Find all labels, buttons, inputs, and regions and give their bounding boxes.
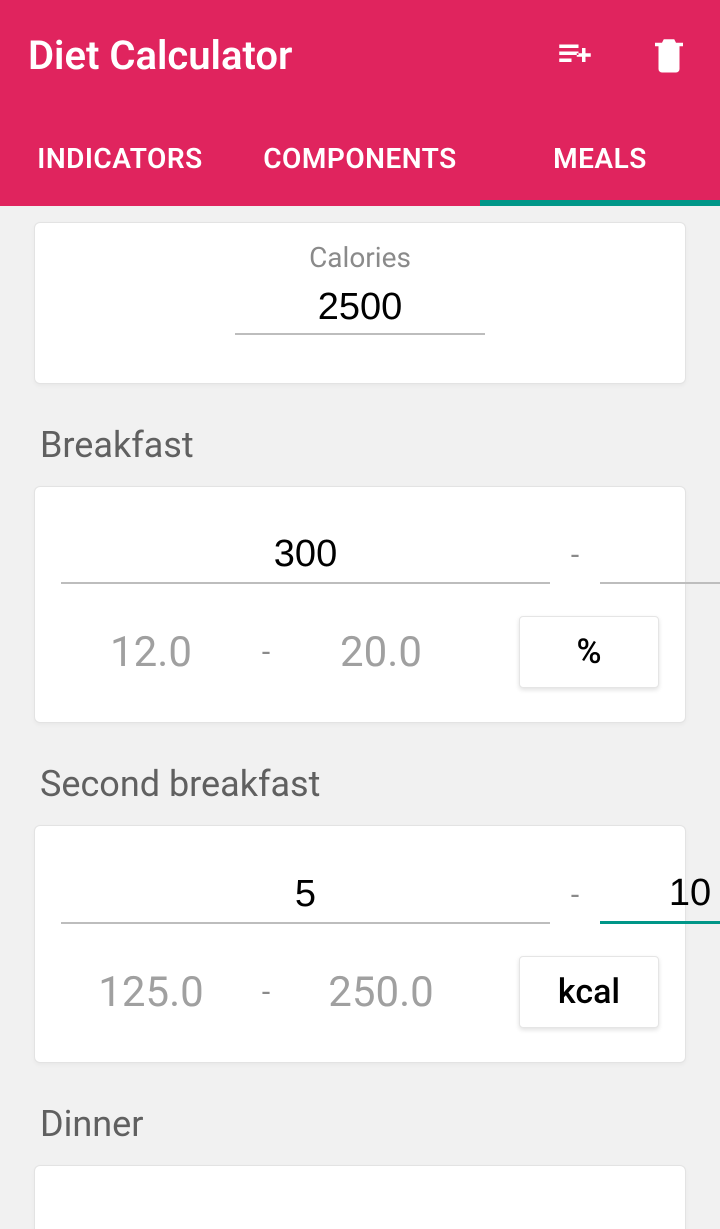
tab-indicators[interactable]: INDICATORS xyxy=(0,110,240,206)
meal-title-dinner: Dinner xyxy=(40,1103,686,1145)
trash-icon[interactable] xyxy=(646,32,692,78)
range-dash: - xyxy=(241,635,291,670)
meal-card-dinner xyxy=(34,1165,686,1229)
breakfast-unit-toggle[interactable]: % xyxy=(519,616,659,688)
range-dash: - xyxy=(241,975,291,1010)
breakfast-secondary-min: 12.0 xyxy=(61,628,241,677)
playlist-add-icon[interactable] xyxy=(552,32,598,78)
range-dash: - xyxy=(550,538,600,573)
breakfast-secondary-max: 20.0 xyxy=(291,628,471,677)
second-breakfast-unit-toggle[interactable]: kcal xyxy=(519,956,659,1028)
breakfast-max-input[interactable] xyxy=(600,527,720,584)
calories-input[interactable] xyxy=(235,282,485,335)
meal-card-second-breakfast: - % 125.0 - 250.0 kcal xyxy=(34,825,686,1063)
range-dash: - xyxy=(550,878,600,913)
tab-components[interactable]: COMPONENTS xyxy=(240,110,480,206)
meal-title-second-breakfast: Second breakfast xyxy=(40,763,686,805)
app-bar: Diet Calculator INDICATORS COMPONENTS ME… xyxy=(0,0,720,206)
second-breakfast-max-input[interactable] xyxy=(600,866,720,924)
calories-label: Calories xyxy=(35,241,685,274)
meal-title-breakfast: Breakfast xyxy=(40,424,686,466)
tab-meals[interactable]: MEALS xyxy=(480,110,720,206)
breakfast-min-input[interactable] xyxy=(61,527,550,584)
calories-card: Calories xyxy=(34,222,686,384)
meal-card-breakfast: - kcal 12.0 - 20.0 % xyxy=(34,486,686,723)
second-breakfast-secondary-max: 250.0 xyxy=(291,968,471,1017)
second-breakfast-min-input[interactable] xyxy=(61,867,550,924)
tab-bar: INDICATORS COMPONENTS MEALS xyxy=(0,110,720,206)
second-breakfast-secondary-min: 125.0 xyxy=(61,968,241,1017)
app-title: Diet Calculator xyxy=(28,32,552,79)
